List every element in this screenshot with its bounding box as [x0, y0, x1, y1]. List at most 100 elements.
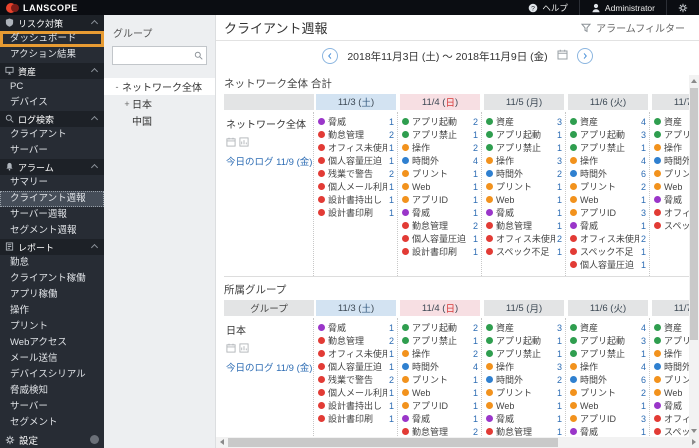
alarm-count-link[interactable]: 2: [641, 234, 646, 244]
alarm-count-link[interactable]: 1: [389, 156, 394, 166]
tree-expander[interactable]: -: [112, 82, 122, 92]
sidebar-item[interactable]: サーバー週報: [0, 207, 104, 223]
alarm-count-link[interactable]: 1: [389, 349, 394, 359]
user-menu[interactable]: Administrator: [578, 0, 666, 15]
scroll-up-arrow[interactable]: [691, 79, 697, 83]
alarm-count-link[interactable]: 2: [641, 388, 646, 398]
sidebar-item[interactable]: プリント: [0, 319, 104, 335]
alarm-count-link[interactable]: 1: [557, 208, 562, 218]
sidebar-item[interactable]: ダッシュボード: [0, 31, 104, 47]
scroll-right-arrow[interactable]: [692, 439, 696, 445]
alarm-count-link[interactable]: 2: [473, 427, 478, 437]
alarm-count-link[interactable]: 6: [641, 375, 646, 385]
sidebar-item[interactable]: サーバー: [0, 143, 104, 159]
sidebar-item[interactable]: Webアクセス: [0, 335, 104, 351]
alarm-count-link[interactable]: 1: [557, 143, 562, 153]
alarm-count-link[interactable]: 1: [557, 130, 562, 140]
search-icon[interactable]: [194, 47, 203, 65]
alarm-count-link[interactable]: 1: [389, 388, 394, 398]
horizontal-scrollbar[interactable]: [216, 437, 699, 448]
mini-calendar-icon[interactable]: [226, 134, 236, 152]
group-search-input[interactable]: [113, 50, 194, 61]
alarm-count-link[interactable]: 4: [641, 117, 646, 127]
alarm-count-link[interactable]: 1: [473, 169, 478, 179]
sidebar-item[interactable]: デバイスシリアル: [0, 367, 104, 383]
alarm-count-link[interactable]: 1: [641, 349, 646, 359]
sidebar-section-header[interactable]: ログ検索: [0, 111, 104, 127]
alarm-count-link[interactable]: 2: [473, 349, 478, 359]
tree-expander[interactable]: +: [122, 99, 132, 109]
tree-node[interactable]: - ネットワーク全体: [104, 78, 215, 95]
sidebar-section-header[interactable]: 資産: [0, 63, 104, 79]
alarm-count-link[interactable]: 1: [473, 182, 478, 192]
alarm-count-link[interactable]: 1: [557, 401, 562, 411]
alarm-count-link[interactable]: 3: [641, 130, 646, 140]
alarm-count-link[interactable]: 2: [557, 169, 562, 179]
scroll-down-arrow[interactable]: [691, 429, 697, 433]
alarm-count-link[interactable]: 2: [389, 336, 394, 346]
calendar-icon[interactable]: [557, 49, 568, 63]
vertical-scrollbar[interactable]: [689, 75, 699, 437]
alarm-count-link[interactable]: 4: [641, 362, 646, 372]
sidebar-item[interactable]: セグメント週報: [0, 223, 104, 239]
alarm-count-link[interactable]: 1: [389, 323, 394, 333]
alarm-count-link[interactable]: 1: [641, 247, 646, 257]
alarm-count-link[interactable]: 1: [557, 349, 562, 359]
sidebar-item[interactable]: 勤怠: [0, 255, 104, 271]
alarm-count-link[interactable]: 4: [641, 156, 646, 166]
sidebar-item[interactable]: 操作: [0, 303, 104, 319]
alarm-count-link[interactable]: 1: [641, 221, 646, 231]
alarm-count-link[interactable]: 3: [557, 117, 562, 127]
alarm-count-link[interactable]: 2: [389, 130, 394, 140]
alarm-count-link[interactable]: 1: [641, 260, 646, 270]
alarm-count-link[interactable]: 2: [389, 169, 394, 179]
alarm-count-link[interactable]: 4: [473, 156, 478, 166]
alarm-count-link[interactable]: 1: [389, 195, 394, 205]
alarm-count-link[interactable]: 1: [389, 117, 394, 127]
sidebar-section-header[interactable]: リスク対策: [0, 15, 104, 31]
sidebar-collapse-button[interactable]: [90, 435, 99, 444]
alarm-count-link[interactable]: 3: [641, 336, 646, 346]
alarm-count-link[interactable]: 6: [641, 169, 646, 179]
horizontal-scroll-thumb[interactable]: [228, 438, 558, 447]
next-week-button[interactable]: [576, 48, 593, 64]
alarm-count-link[interactable]: 2: [557, 234, 562, 244]
tree-node[interactable]: + 日本: [104, 95, 215, 112]
alarm-count-link[interactable]: 1: [557, 336, 562, 346]
alarm-count-link[interactable]: 4: [641, 323, 646, 333]
alarm-count-link[interactable]: 2: [641, 182, 646, 192]
sidebar-item[interactable]: サマリー: [0, 175, 104, 191]
sidebar-item[interactable]: PC: [0, 79, 104, 95]
alarm-count-link[interactable]: 3: [557, 156, 562, 166]
sidebar-item[interactable]: メール送信: [0, 351, 104, 367]
alarm-count-link[interactable]: 1: [557, 427, 562, 437]
alarm-count-link[interactable]: 2: [557, 375, 562, 385]
alarm-count-link[interactable]: 1: [389, 414, 394, 424]
alarm-count-link[interactable]: 2: [473, 143, 478, 153]
alarm-count-link[interactable]: 1: [557, 182, 562, 192]
sidebar-item[interactable]: セグメント: [0, 415, 104, 431]
sidebar-section-header[interactable]: アラーム: [0, 159, 104, 175]
alarm-count-link[interactable]: 1: [641, 401, 646, 411]
alarm-count-link[interactable]: 1: [473, 414, 478, 424]
sidebar-item-settings[interactable]: 設定: [0, 431, 104, 448]
alarm-count-link[interactable]: 1: [389, 401, 394, 411]
alarm-count-link[interactable]: 1: [473, 247, 478, 257]
alarm-count-link[interactable]: 2: [473, 221, 478, 231]
sidebar-item[interactable]: デバイス: [0, 95, 104, 111]
alarm-count-link[interactable]: 1: [389, 143, 394, 153]
mini-calendar-icon[interactable]: [226, 340, 236, 358]
alarm-count-link[interactable]: 2: [473, 117, 478, 127]
alarm-count-link[interactable]: 1: [641, 195, 646, 205]
prev-week-button[interactable]: [322, 48, 339, 64]
sidebar-item[interactable]: アプリ稼働: [0, 287, 104, 303]
alarm-count-link[interactable]: 1: [473, 375, 478, 385]
scroll-left-arrow[interactable]: [220, 439, 224, 445]
alarm-count-link[interactable]: 4: [473, 362, 478, 372]
alarm-count-link[interactable]: 1: [557, 388, 562, 398]
alarm-count-link[interactable]: 2: [473, 323, 478, 333]
alarm-count-link[interactable]: 1: [473, 130, 478, 140]
help-button[interactable]: ? ヘルプ: [517, 0, 579, 15]
alarm-count-link[interactable]: 2: [389, 375, 394, 385]
today-log-link[interactable]: 今日のログ 11/9 (金): [226, 360, 312, 374]
